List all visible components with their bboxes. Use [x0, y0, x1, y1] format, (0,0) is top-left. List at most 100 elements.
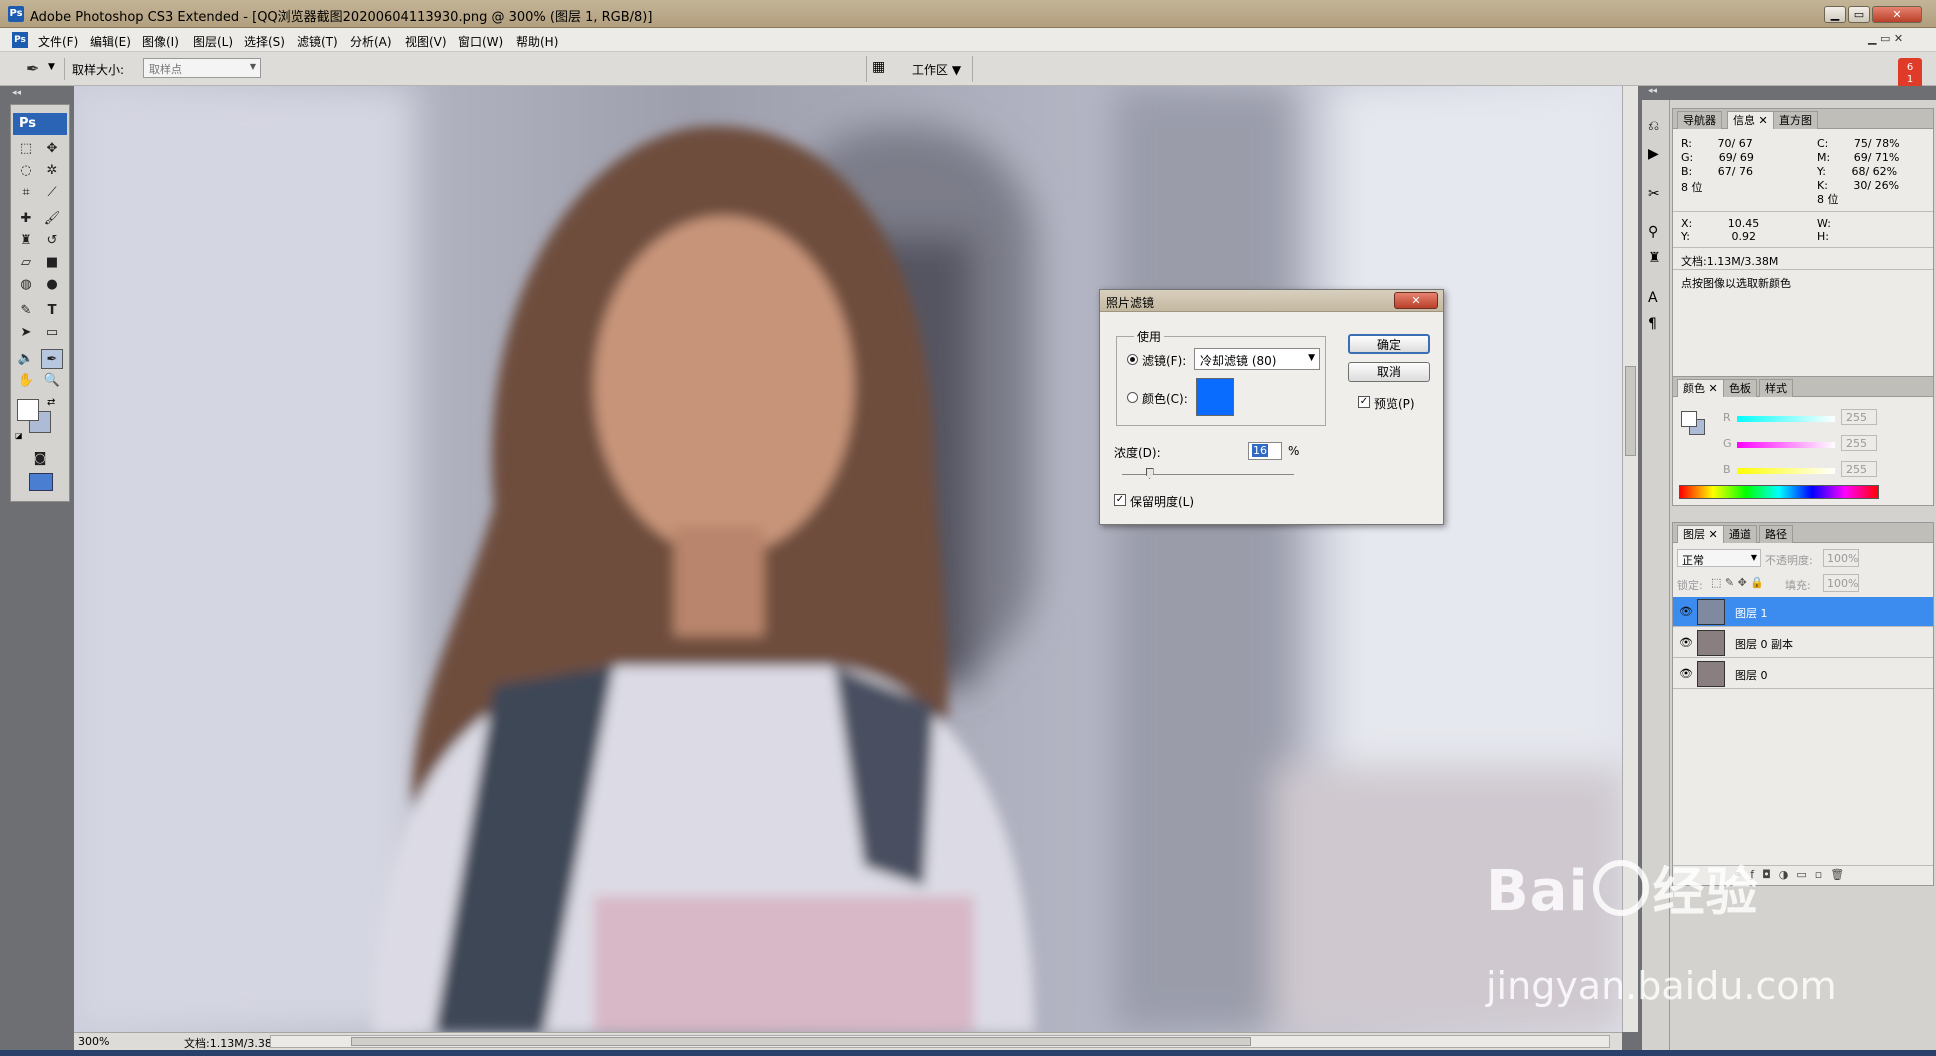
color-r-value[interactable]: 255: [1841, 409, 1877, 425]
tab-info[interactable]: 信息 ✕: [1727, 111, 1774, 129]
lock-icons[interactable]: ⬚ ✎ ✥ 🔒: [1711, 576, 1764, 589]
preserve-luminosity-checkbox[interactable]: ✓: [1114, 494, 1126, 506]
move-icon[interactable]: ✥: [41, 139, 63, 159]
dialog-close-icon[interactable]: ✕: [1394, 292, 1438, 309]
lasso-icon[interactable]: ◌: [15, 161, 37, 181]
menu-select[interactable]: 选择(S): [244, 33, 285, 50]
scroll-thumb[interactable]: [1625, 366, 1636, 456]
canvas[interactable]: [74, 86, 1622, 1032]
color-spectrum-bar[interactable]: [1679, 485, 1879, 499]
menu-window[interactable]: 窗口(W): [458, 33, 503, 50]
menu-file[interactable]: 文件(F): [38, 33, 78, 50]
history-brush-icon[interactable]: ↺: [41, 231, 63, 251]
tab-swatches[interactable]: 色板: [1723, 379, 1757, 397]
brushes-icon[interactable]: ⚲: [1648, 224, 1658, 240]
quick-mask-icon[interactable]: ◙: [29, 449, 51, 469]
menu-image[interactable]: 图像(I): [142, 33, 179, 50]
pen-icon[interactable]: ✎: [15, 301, 37, 321]
preview-checkbox[interactable]: ✓: [1358, 396, 1370, 408]
density-slider-thumb[interactable]: [1145, 468, 1154, 479]
opacity-input[interactable]: 100%: [1823, 549, 1859, 567]
clone-source-icon[interactable]: ♜: [1648, 250, 1661, 266]
doc-window-controls[interactable]: ▁ ▭ ✕: [1868, 32, 1903, 45]
eye-icon[interactable]: 👁: [1679, 636, 1693, 649]
menu-edit[interactable]: 编辑(E): [90, 33, 131, 50]
toolbox-collapse-icon[interactable]: ◂◂: [0, 86, 74, 104]
layer-row[interactable]: 👁 图层 0: [1673, 659, 1933, 689]
eyedropper-tool-icon[interactable]: ✒: [41, 349, 63, 369]
character-icon[interactable]: A: [1648, 290, 1658, 306]
scroll-thumb[interactable]: [351, 1037, 1251, 1046]
density-input[interactable]: 16: [1248, 442, 1282, 460]
tab-layers[interactable]: 图层 ✕: [1677, 525, 1724, 543]
chevron-down-icon[interactable]: ▼: [48, 62, 55, 72]
gradient-icon[interactable]: ■: [41, 253, 63, 273]
foreground-color-swatch[interactable]: [17, 399, 39, 421]
blur-icon[interactable]: ◍: [15, 275, 37, 295]
fill-input[interactable]: 100%: [1823, 574, 1859, 592]
eye-icon[interactable]: 👁: [1679, 667, 1693, 680]
menu-layer[interactable]: 图层(L): [193, 33, 233, 50]
tab-color[interactable]: 颜色 ✕: [1677, 379, 1724, 397]
type-icon[interactable]: T: [41, 301, 63, 321]
tool-presets-icon[interactable]: ✂: [1648, 186, 1660, 202]
workspace-icon[interactable]: ▦: [872, 59, 885, 75]
default-colors-icon[interactable]: ◪: [15, 431, 23, 440]
tab-paths[interactable]: 路径: [1759, 525, 1793, 543]
shape-icon[interactable]: ▭: [41, 323, 63, 343]
close-icon[interactable]: ✕: [1759, 114, 1768, 127]
tab-channels[interactable]: 通道: [1723, 525, 1757, 543]
ok-button[interactable]: 确定: [1348, 334, 1430, 354]
color-b-value[interactable]: 255: [1841, 461, 1877, 477]
horizontal-scrollbar[interactable]: [270, 1035, 1610, 1048]
swap-colors-icon[interactable]: ⇄: [47, 397, 55, 408]
crop-icon[interactable]: ⌗: [15, 183, 37, 203]
menu-help[interactable]: 帮助(H): [516, 33, 558, 50]
close-icon[interactable]: ✕: [1872, 6, 1922, 23]
screen-mode-icon[interactable]: [29, 473, 53, 491]
menu-view[interactable]: 视图(V): [405, 33, 447, 50]
color-radio[interactable]: [1127, 392, 1138, 403]
magic-wand-icon[interactable]: ✲: [41, 161, 63, 181]
cancel-button[interactable]: 取消: [1348, 362, 1430, 382]
color-r-slider[interactable]: [1737, 416, 1835, 422]
brush-icon[interactable]: 🖌: [41, 209, 63, 229]
tab-styles[interactable]: 样式: [1759, 379, 1793, 397]
dodge-icon[interactable]: ●: [41, 275, 63, 295]
filter-select[interactable]: 冷却滤镜 (80) ▼: [1194, 348, 1320, 370]
close-icon[interactable]: ✕: [1709, 382, 1718, 395]
hand-icon[interactable]: ✋: [15, 371, 37, 391]
layer-row[interactable]: 👁 图层 0 副本: [1673, 628, 1933, 658]
path-select-icon[interactable]: ➤: [15, 323, 37, 343]
marquee-icon[interactable]: ⬚: [15, 139, 37, 159]
color-g-value[interactable]: 255: [1841, 435, 1877, 451]
history-icon[interactable]: ⎌: [1648, 118, 1659, 134]
slice-icon[interactable]: ⟋: [41, 183, 63, 203]
close-icon[interactable]: ✕: [1709, 528, 1718, 541]
eraser-icon[interactable]: ▱: [15, 253, 37, 273]
layer-row[interactable]: 👁 图层 1: [1673, 597, 1933, 627]
maximize-icon[interactable]: ▭: [1848, 6, 1870, 23]
zoom-icon[interactable]: 🔍: [41, 371, 63, 391]
eye-icon[interactable]: 👁: [1679, 605, 1693, 618]
color-b-slider[interactable]: [1737, 468, 1835, 474]
fg-color-chip[interactable]: [1681, 411, 1697, 427]
tab-histogram[interactable]: 直方图: [1773, 111, 1818, 129]
filter-radio[interactable]: [1127, 354, 1138, 365]
dock-collapse-icon[interactable]: ◂◂: [1642, 86, 1936, 100]
notes-icon[interactable]: 🔈: [15, 349, 37, 369]
clone-stamp-icon[interactable]: ♜: [15, 231, 37, 251]
sample-size-select[interactable]: 取样点 ▼: [143, 58, 261, 78]
color-g-slider[interactable]: [1737, 442, 1835, 448]
minimize-icon[interactable]: ▁: [1824, 6, 1846, 23]
healing-brush-icon[interactable]: ✚: [15, 209, 37, 229]
blend-mode-select[interactable]: 正常 ▼: [1677, 549, 1761, 567]
eyedropper-icon[interactable]: ✒: [26, 59, 39, 78]
workspace-button[interactable]: 工作区 ▼: [912, 61, 961, 78]
paragraph-icon[interactable]: ¶: [1648, 316, 1657, 332]
menu-analysis[interactable]: 分析(A): [350, 33, 392, 50]
tab-navigator[interactable]: 导航器: [1677, 111, 1722, 129]
color-swatch[interactable]: [1196, 378, 1234, 416]
menu-filter[interactable]: 滤镜(T): [297, 33, 338, 50]
zoom-level[interactable]: 300%: [78, 1035, 109, 1048]
